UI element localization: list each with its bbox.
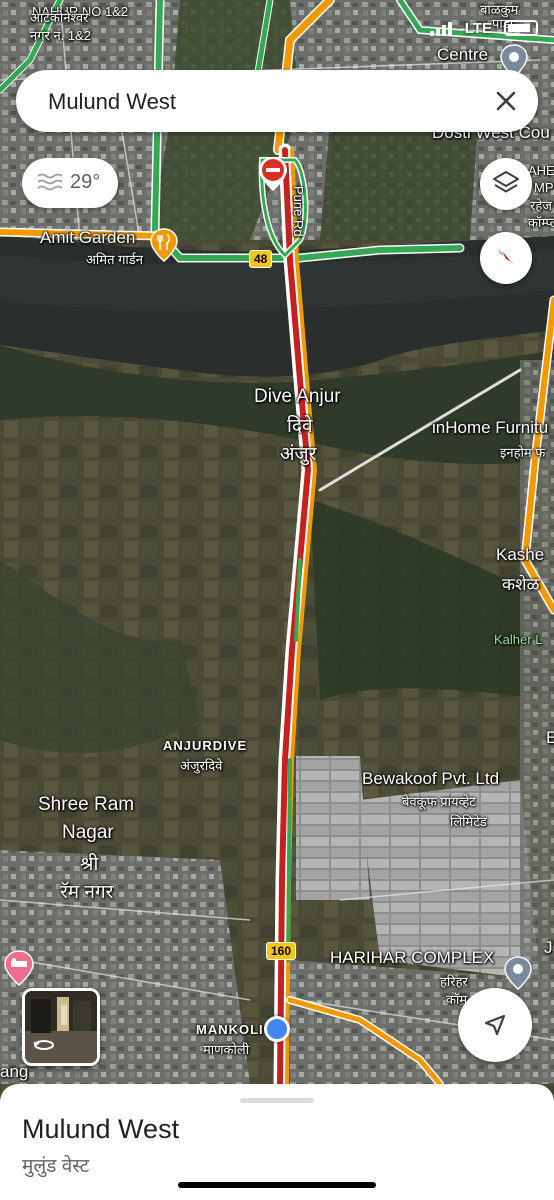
signal-icon [430, 22, 454, 36]
map-label-anjurdive-mr: अंजुरदिवे [180, 758, 223, 773]
map-label-j: J [544, 938, 553, 957]
map-label-anjurdive: ANJURDIVE [163, 738, 248, 753]
hotel-pin-icon[interactable] [4, 950, 34, 986]
my-location-button[interactable] [458, 988, 532, 1062]
place-subtitle: मुलुंड वेस्ट [22, 1156, 90, 1177]
compass-button[interactable] [480, 232, 532, 284]
map-label-complex: कॉम्प्ले [528, 215, 554, 230]
map-label-amit-garden[interactable]: Amit Garden [40, 228, 135, 248]
navigation-arrow-icon [484, 1014, 506, 1036]
place-title: Mulund West [22, 1114, 180, 1144]
map-label-shree-mr: श्री [80, 854, 99, 875]
highway-48-shield: 48 [249, 250, 273, 268]
street-view-thumbnail[interactable] [22, 988, 100, 1066]
sheet-drag-handle[interactable] [240, 1098, 314, 1103]
map-label-kashe-mr: कशेळ [502, 575, 540, 594]
map-label-inhome-mr: इनहोम फ [500, 445, 546, 460]
map-label-kalher[interactable]: Kalher L [494, 632, 542, 647]
map-label-mp: MP [534, 180, 554, 195]
weather-chip[interactable]: 29° [22, 158, 118, 208]
restaurant-pin-icon[interactable] [150, 228, 178, 262]
map-label-harihar[interactable]: HARIHAR COMPLEX [330, 948, 494, 968]
map-label-inhome[interactable]: inHome Furnitu [432, 418, 548, 438]
search-bar[interactable]: Mulund West [16, 70, 538, 132]
haze-icon [37, 173, 62, 191]
no-entry-pin-icon[interactable] [258, 156, 288, 192]
map-label-amit-garden-mr: अमित गार्डन [86, 252, 143, 267]
network-type: LTE [464, 20, 492, 37]
status-bar: LTE [0, 0, 554, 44]
compass-icon [498, 248, 514, 265]
map-label-bewakoof[interactable]: Bewakoof Pvt. Ltd [362, 769, 499, 789]
map-label-centre[interactable]: Centre [437, 45, 488, 65]
map-label-ang: ang [0, 1062, 29, 1081]
temperature: 29° [70, 171, 101, 193]
map-label-shree-ram[interactable]: Shree Ram [38, 794, 134, 816]
place-bottom-sheet[interactable]: Mulund West मुलुंड वेस्ट [0, 1084, 554, 1200]
map-label-mankoli: MANKOLI [196, 1022, 264, 1037]
home-indicator[interactable] [178, 1182, 376, 1188]
layers-icon [493, 171, 519, 193]
map-label-mankoli-mr: माणकोली [203, 1042, 250, 1057]
map-label-e: E [546, 728, 554, 747]
close-icon[interactable] [492, 87, 520, 115]
current-location-dot [264, 1016, 290, 1042]
map-label-rehe: रहेज [530, 198, 552, 213]
transit-pin-icon[interactable] [504, 956, 532, 990]
map-label-kashe[interactable]: Kashe [496, 545, 544, 565]
map-label-bewakoof-mr2: लिमिटेड [450, 814, 487, 829]
360-rotate-icon [33, 1040, 54, 1050]
map-label-bewakoof-mr1: बेवकूफ प्रायव्हेट [402, 794, 476, 809]
map-label-dive-anjur[interactable]: Dive Anjur [254, 386, 341, 408]
map-label-pune-rd: Pune Rd [291, 186, 306, 237]
map-label-nagar: Nagar [62, 822, 114, 843]
search-query[interactable]: Mulund West [48, 89, 176, 115]
battery-icon [504, 20, 538, 36]
map-label-ram-nagar-mr: रॅम नगर [60, 882, 114, 903]
map-label-anjur-mr: अंजुर [280, 444, 317, 465]
layers-button[interactable] [480, 158, 532, 210]
highway-160-shield: 160 [266, 942, 297, 960]
map-label-dive-mr: दिवे [287, 416, 313, 437]
